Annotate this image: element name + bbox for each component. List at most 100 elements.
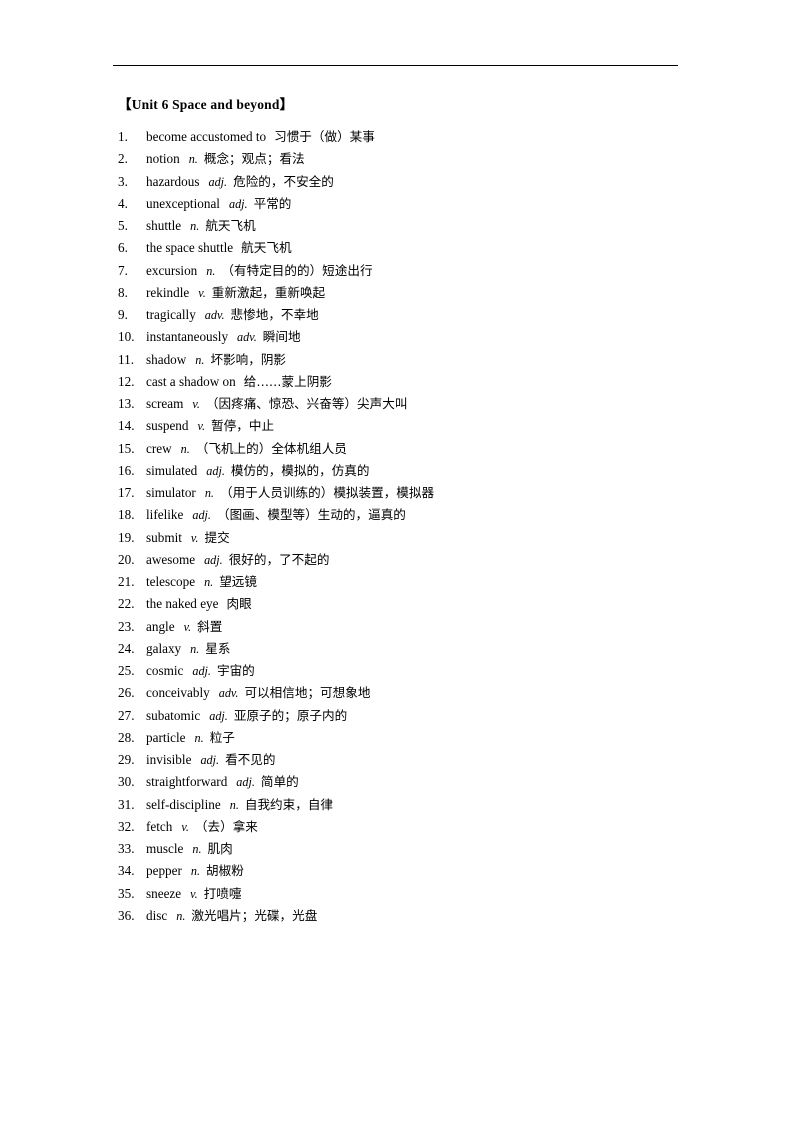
entry-definition: 简单的 bbox=[260, 774, 299, 790]
entry-definition: 激光唱片；光碟，光盘 bbox=[191, 907, 318, 923]
vocabulary-entry: 20. awesome adj. 很好的，了不起的 bbox=[118, 549, 718, 571]
entry-definition: 给……蒙上阴影 bbox=[243, 373, 332, 389]
entry-word: rekindle bbox=[146, 284, 190, 300]
entry-word: awesome bbox=[146, 551, 196, 567]
entry-number: 32. bbox=[118, 818, 135, 834]
vocabulary-entry: 18. lifelike adj. （图画、模型等）生动的，逼真的 bbox=[118, 504, 718, 526]
entry-word: shadow bbox=[146, 351, 187, 367]
entry-word: crew bbox=[146, 440, 172, 456]
entry-word: pepper bbox=[146, 863, 182, 879]
entry-part-of-speech: n. bbox=[188, 152, 198, 167]
entry-part-of-speech: n. bbox=[190, 219, 200, 233]
entry-part-of-speech: adj. bbox=[200, 753, 220, 767]
vocabulary-entry: 4. unexceptional adj. 平常的 bbox=[118, 193, 718, 215]
entry-definition: （因疼痛、惊恐、兴奋等）尖声大叫 bbox=[205, 396, 408, 411]
vocabulary-entry: 11. shadow n. 坏影响，阴影 bbox=[118, 349, 718, 371]
entry-word: hazardous bbox=[146, 173, 200, 189]
entry-number: 27. bbox=[118, 707, 135, 723]
entry-number: 2. bbox=[118, 151, 128, 167]
vocabulary-entry: 10. instantaneously adv. 瞬间地 bbox=[118, 326, 718, 348]
entry-word: instantaneously bbox=[146, 329, 229, 345]
entry-number: 26. bbox=[118, 685, 135, 701]
entry-part-of-speech: v. bbox=[192, 397, 200, 411]
entry-definition: 宇宙的 bbox=[216, 663, 255, 678]
entry-definition: 瞬间地 bbox=[262, 329, 301, 345]
entry-number: 13. bbox=[118, 396, 135, 411]
entry-definition: 斜置 bbox=[197, 618, 223, 634]
entry-part-of-speech: adj. bbox=[206, 463, 225, 478]
entry-part-of-speech: adv. bbox=[237, 330, 257, 345]
entry-definition: 胡椒粉 bbox=[206, 863, 244, 879]
entry-part-of-speech: n. bbox=[180, 441, 190, 456]
entry-number: 36. bbox=[118, 907, 135, 923]
vocabulary-entry: 35. sneeze v. 打喷嚏 bbox=[118, 883, 718, 905]
entry-number: 19. bbox=[118, 529, 135, 545]
entry-part-of-speech: adj. bbox=[209, 708, 228, 723]
entry-number: 21. bbox=[118, 574, 135, 589]
entry-definition: 很好的，了不起的 bbox=[228, 551, 330, 567]
vocabulary-entry: 1. become accustomed to 习惯于（做）某事 bbox=[118, 126, 718, 148]
entry-number: 16. bbox=[118, 462, 135, 478]
entry-word: galaxy bbox=[146, 640, 182, 656]
entry-word: notion bbox=[146, 151, 180, 167]
entry-number: 29. bbox=[118, 752, 135, 767]
entry-part-of-speech: n. bbox=[195, 352, 205, 367]
entry-word: subatomic bbox=[146, 707, 201, 723]
vocabulary-entry: 2. notion n. 概念；观点；看法 bbox=[118, 148, 718, 170]
entry-word: become accustomed to bbox=[146, 129, 267, 144]
entry-word: conceivably bbox=[146, 685, 210, 701]
entry-definition: 肌肉 bbox=[207, 841, 233, 856]
entry-definition: 看不见的 bbox=[225, 752, 276, 767]
entry-part-of-speech: n. bbox=[192, 842, 202, 856]
entry-part-of-speech: n. bbox=[206, 263, 216, 278]
vocabulary-entry: 29. invisible adj. 看不见的 bbox=[118, 749, 718, 771]
entry-definition: 习惯于（做）某事 bbox=[274, 129, 375, 144]
entry-part-of-speech: adj. bbox=[208, 174, 228, 189]
vocabulary-entry: 30. straightforward adj. 简单的 bbox=[118, 771, 718, 793]
entry-part-of-speech: n. bbox=[194, 730, 204, 745]
entry-number: 9. bbox=[118, 307, 128, 322]
entry-number: 14. bbox=[118, 418, 135, 434]
vocabulary-entry: 5. shuttle n. 航天飞机 bbox=[118, 215, 718, 237]
entry-word: telescope bbox=[146, 574, 196, 589]
entry-word: muscle bbox=[146, 841, 184, 856]
entry-definition: 航天飞机 bbox=[205, 218, 256, 233]
entry-definition: 重新激起，重新唤起 bbox=[211, 284, 326, 300]
entry-word: sneeze bbox=[146, 885, 182, 901]
vocabulary-entry: 16. simulated adj. 模仿的，模拟的，仿真的 bbox=[118, 460, 718, 482]
entry-definition: 航天飞机 bbox=[241, 240, 292, 256]
vocabulary-entry: 14. suspend v. 暂停，中止 bbox=[118, 415, 718, 437]
entry-part-of-speech: v. bbox=[190, 886, 198, 901]
entry-word: the naked eye bbox=[146, 596, 219, 612]
entry-word: particle bbox=[146, 729, 186, 745]
entry-number: 11. bbox=[118, 351, 134, 367]
entry-word: angle bbox=[146, 618, 175, 634]
vocabulary-entry: 33. muscle n. 肌肉 bbox=[118, 838, 718, 860]
entry-number: 24. bbox=[118, 640, 135, 656]
vocabulary-entry: 31. self-discipline n. 自我约束，自律 bbox=[118, 794, 718, 816]
entry-number: 4. bbox=[118, 195, 128, 211]
entry-definition: （用于人员训练的）模拟装置，模拟器 bbox=[219, 485, 435, 500]
entry-definition: 星系 bbox=[205, 640, 231, 656]
vocabulary-entry: 8. rekindle v. 重新激起，重新唤起 bbox=[118, 282, 718, 304]
entry-word: simulated bbox=[146, 462, 198, 478]
vocabulary-entry: 26. conceivably adv. 可以相信地；可想象地 bbox=[118, 682, 718, 704]
vocabulary-entry: 9. tragically adv. 悲惨地，不幸地 bbox=[118, 304, 718, 326]
entry-part-of-speech: v. bbox=[181, 819, 189, 834]
vocabulary-entry: 28. particle n. 粒子 bbox=[118, 727, 718, 749]
entry-definition: 模仿的，模拟的，仿真的 bbox=[230, 462, 370, 478]
vocabulary-entry: 36. disc n. 激光唱片；光碟，光盘 bbox=[118, 905, 718, 927]
entry-number: 31. bbox=[118, 796, 135, 812]
vocabulary-entry: 19. submit v. 提交 bbox=[118, 527, 718, 549]
entry-word: cosmic bbox=[146, 663, 184, 678]
entry-part-of-speech: v. bbox=[190, 530, 199, 545]
vocabulary-entry: 23. angle v. 斜置 bbox=[118, 616, 718, 638]
entry-number: 34. bbox=[118, 863, 135, 879]
vocabulary-entry: 22. the naked eye 肉眼 bbox=[118, 593, 718, 615]
entry-number: 17. bbox=[118, 485, 135, 500]
entry-number: 33. bbox=[118, 841, 135, 856]
entry-definition: 提交 bbox=[204, 529, 230, 545]
entry-definition: 亚原子的；原子内的 bbox=[233, 707, 348, 723]
vocabulary-entry: 6. the space shuttle 航天飞机 bbox=[118, 237, 718, 259]
entry-part-of-speech: adv. bbox=[218, 686, 239, 701]
